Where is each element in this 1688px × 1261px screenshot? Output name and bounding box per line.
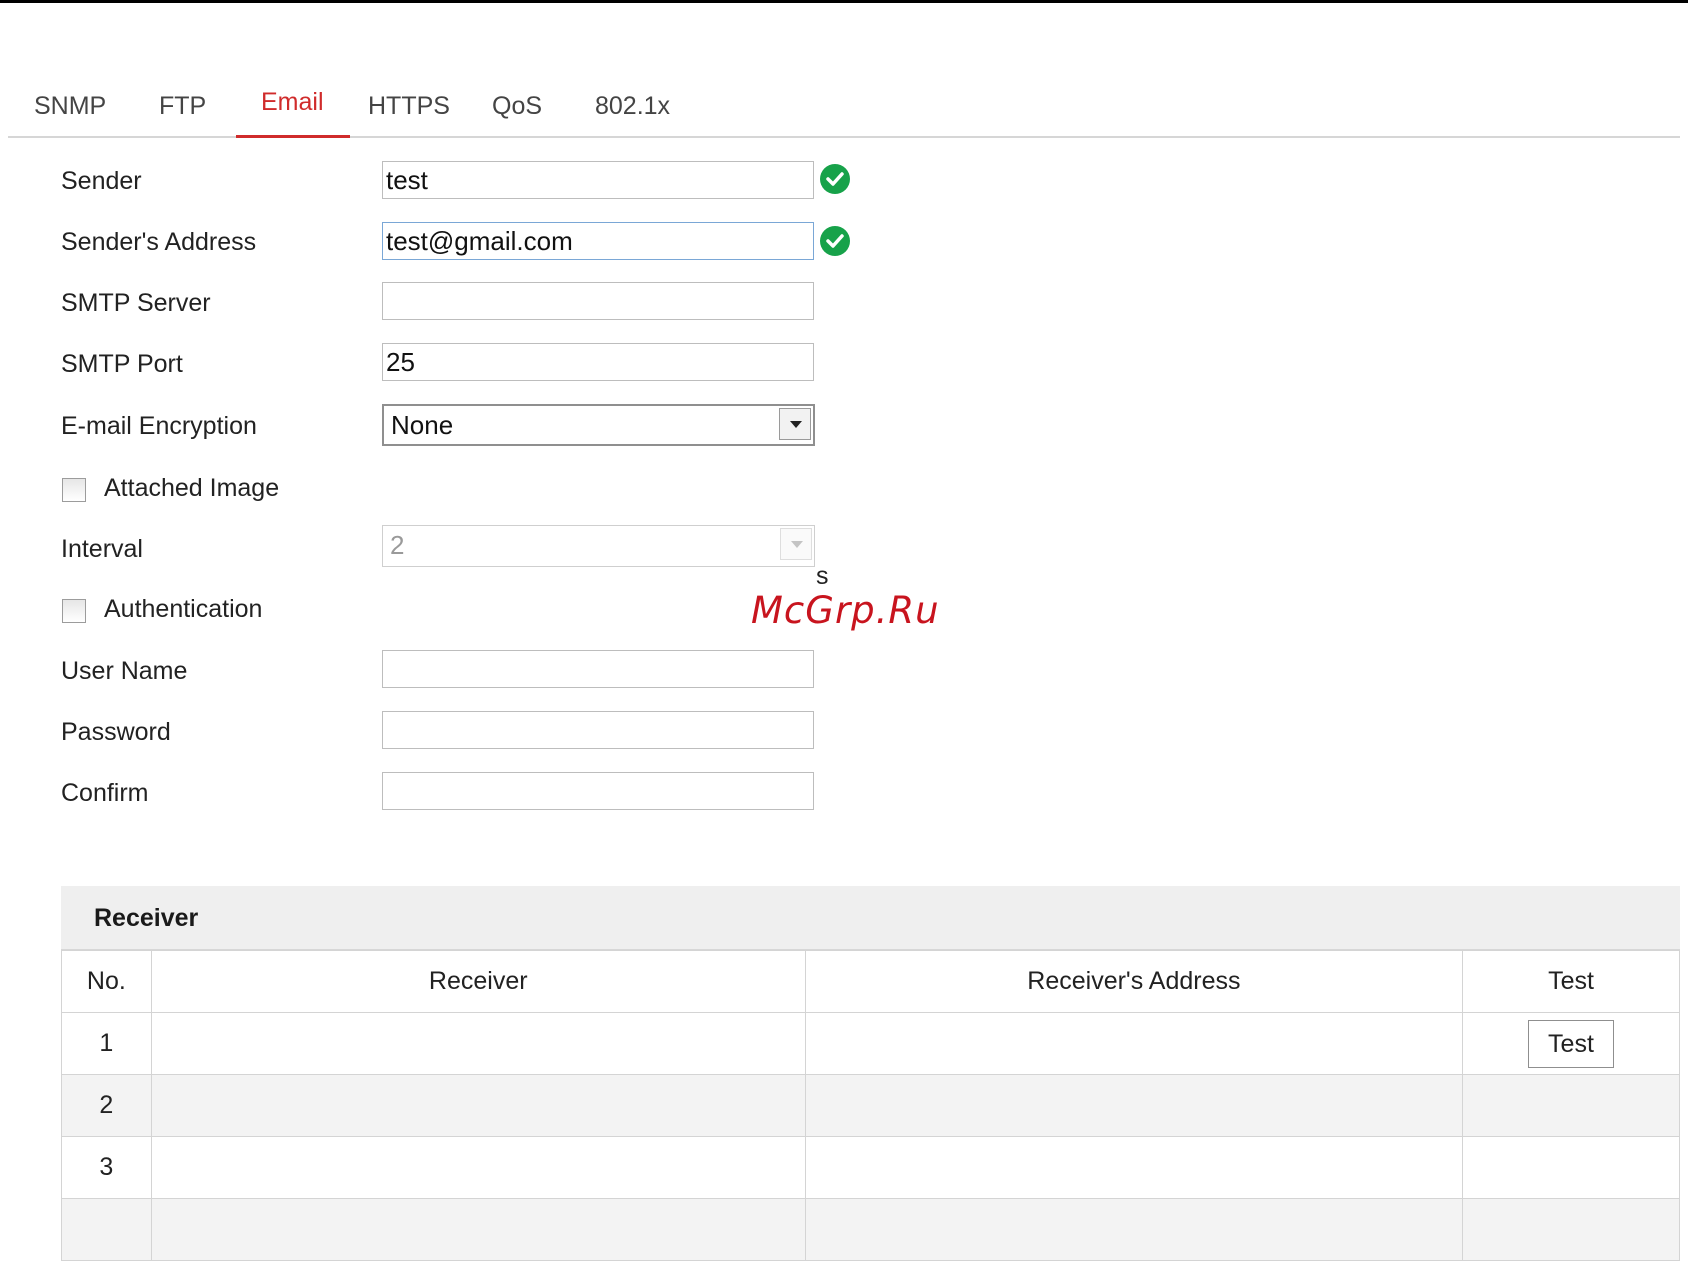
interval-select: 2 [382,525,815,567]
user-name-label: User Name [61,657,188,685]
valid-check-icon [820,226,850,256]
interval-value: 2 [390,530,405,560]
confirm-password-input[interactable] [382,772,814,810]
column-header-test: Test [1461,950,1681,1013]
table-header-row: No. Receiver Receiver's Address Test [61,950,1681,1013]
test-cell: Test [1461,1012,1681,1075]
receiver-address-cell[interactable] [804,1198,1463,1261]
watermark: McGrp.Ru [751,589,940,632]
tab-bar: SNMP FTP Email HTTPS QoS 802.1x [8,82,1680,138]
table-row: 2 [61,1074,1681,1137]
test-cell [1461,1198,1681,1261]
column-header-receiver: Receiver [150,950,806,1013]
test-cell [1461,1136,1681,1199]
smtp-port-input[interactable]: 25 [382,343,814,381]
tab-qos[interactable]: QoS [492,92,542,121]
password-input[interactable] [382,711,814,749]
email-encryption-value: None [391,410,454,440]
receiver-table: No. Receiver Receiver's Address Test 1 T… [61,950,1681,1261]
user-name-input[interactable] [382,650,814,688]
table-row: 3 [61,1136,1681,1199]
column-header-address: Receiver's Address [804,950,1463,1013]
attached-image-checkbox[interactable] [62,478,86,502]
authentication-label: Authentication [104,595,263,623]
chevron-down-icon [780,528,812,560]
column-header-no: No. [61,950,152,1013]
row-number: 2 [61,1074,152,1137]
top-border [0,0,1688,3]
interval-unit: s [816,562,829,590]
email-encryption-label: E-mail Encryption [61,412,257,440]
tab-ftp[interactable]: FTP [159,92,206,121]
sender-address-input[interactable]: test@gmail.com [382,222,814,260]
row-number [61,1198,152,1261]
test-cell [1461,1074,1681,1137]
row-number: 1 [61,1012,152,1075]
chevron-down-icon[interactable] [779,408,811,440]
valid-check-icon [820,164,850,194]
test-button[interactable]: Test [1527,1019,1614,1068]
receiver-section-header: Receiver [61,886,1680,950]
receiver-cell[interactable] [150,1136,806,1199]
receiver-cell[interactable] [150,1198,806,1261]
table-row [61,1198,1681,1261]
row-number: 3 [61,1136,152,1199]
confirm-label: Confirm [61,779,149,807]
sender-address-label: Sender's Address [61,228,257,256]
receiver-address-cell[interactable] [804,1074,1463,1137]
smtp-server-label: SMTP Server [61,289,211,317]
active-tab-indicator [236,135,350,138]
attached-image-label: Attached Image [104,474,280,502]
tab-snmp[interactable]: SNMP [34,92,106,121]
password-label: Password [61,718,171,746]
receiver-cell[interactable] [150,1012,806,1075]
email-encryption-select[interactable]: None [382,404,815,446]
sender-input[interactable]: test [382,161,814,199]
smtp-port-label: SMTP Port [61,350,183,378]
receiver-address-cell[interactable] [804,1012,1463,1075]
interval-label: Interval [61,535,143,563]
receiver-address-cell[interactable] [804,1136,1463,1199]
tab-8021x[interactable]: 802.1x [595,92,670,121]
smtp-server-input[interactable] [382,282,814,320]
receiver-section-title: Receiver [94,904,199,932]
receiver-cell[interactable] [150,1074,806,1137]
tab-email[interactable]: Email [261,88,324,117]
tab-https[interactable]: HTTPS [368,92,450,121]
table-row: 1 Test [61,1012,1681,1075]
sender-label: Sender [61,167,142,195]
authentication-checkbox[interactable] [62,599,86,623]
